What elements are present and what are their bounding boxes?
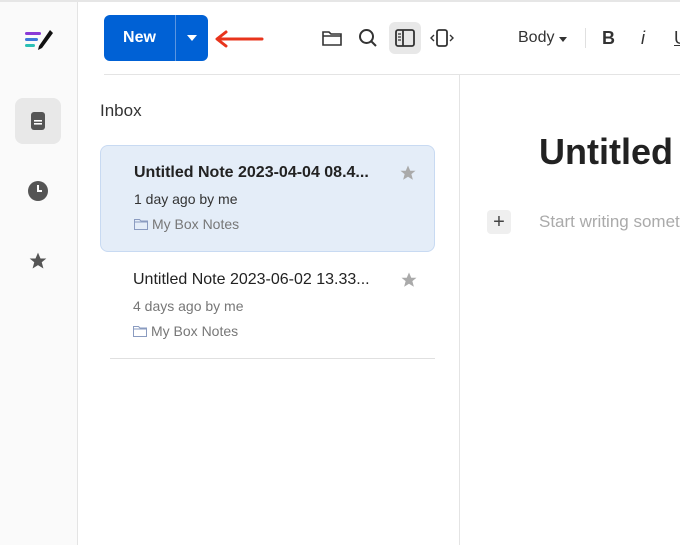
favorite-star-icon[interactable] bbox=[400, 271, 418, 289]
favorite-star-icon[interactable] bbox=[399, 164, 417, 182]
note-folder-name: My Box Notes bbox=[151, 323, 239, 339]
box-notes-logo-icon bbox=[24, 28, 54, 57]
caret-down-icon bbox=[187, 35, 197, 41]
new-dropdown-button[interactable] bbox=[176, 15, 208, 61]
star-icon bbox=[29, 252, 47, 269]
list-heading: Inbox bbox=[100, 101, 142, 120]
folder-button[interactable] bbox=[316, 22, 348, 54]
note-meta: 1 day ago by me bbox=[134, 191, 238, 207]
note-title-field[interactable]: Untitled bbox=[539, 131, 673, 173]
document-icon bbox=[31, 112, 45, 130]
editor-body-placeholder[interactable]: Start writing something bbox=[539, 212, 680, 232]
caret-down-icon bbox=[558, 37, 567, 42]
underline-button[interactable]: U bbox=[674, 28, 680, 49]
text-style-select[interactable]: Body bbox=[518, 29, 567, 47]
list-divider bbox=[110, 358, 435, 359]
clock-icon bbox=[28, 181, 48, 201]
toolbar-divider-line bbox=[104, 74, 680, 75]
note-folder: My Box Notes bbox=[134, 216, 239, 232]
note-folder: My Box Notes bbox=[133, 323, 238, 339]
full-width-button[interactable] bbox=[426, 22, 458, 54]
nav-recents[interactable] bbox=[15, 168, 61, 214]
nav-favorites[interactable] bbox=[15, 238, 61, 284]
nav-notes[interactable] bbox=[15, 98, 61, 144]
note-folder-name: My Box Notes bbox=[152, 216, 240, 232]
plus-icon: + bbox=[493, 210, 505, 233]
note-title: Untitled Note 2023-04-04 08.4... bbox=[134, 164, 369, 181]
sidebar-panel-icon bbox=[395, 29, 415, 47]
search-button[interactable] bbox=[352, 22, 384, 54]
top-border bbox=[0, 0, 680, 2]
note-list-item[interactable]: Untitled Note 2023-06-02 13.33... 4 days… bbox=[100, 253, 435, 360]
new-button-group: New bbox=[104, 15, 208, 61]
text-style-value: Body bbox=[518, 29, 555, 46]
toggle-sidebar-button[interactable] bbox=[389, 22, 421, 54]
left-rail bbox=[0, 2, 78, 545]
toolbar-divider bbox=[585, 28, 586, 48]
pane-divider bbox=[459, 75, 460, 545]
italic-button[interactable]: i bbox=[641, 28, 645, 49]
search-icon bbox=[359, 29, 377, 47]
red-arrow-annotation-icon bbox=[215, 30, 264, 48]
note-list-item[interactable]: Untitled Note 2023-04-04 08.4... 1 day a… bbox=[100, 145, 435, 252]
insert-block-button[interactable]: + bbox=[487, 210, 511, 234]
note-title: Untitled Note 2023-06-02 13.33... bbox=[133, 271, 370, 288]
folder-icon bbox=[133, 325, 147, 337]
expand-width-icon bbox=[430, 29, 454, 47]
new-button[interactable]: New bbox=[104, 15, 176, 61]
note-meta: 4 days ago by me bbox=[133, 298, 244, 314]
bold-button[interactable]: B bbox=[602, 28, 615, 49]
folder-icon bbox=[134, 218, 148, 230]
folder-icon bbox=[322, 31, 342, 46]
